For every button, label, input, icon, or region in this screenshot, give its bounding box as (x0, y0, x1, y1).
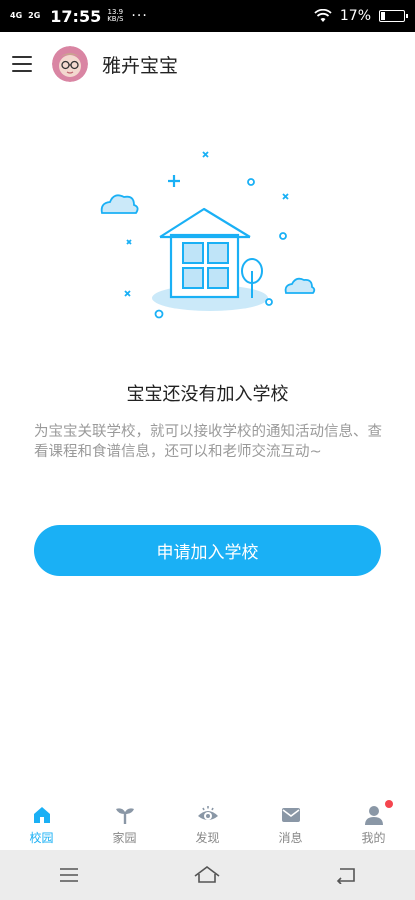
nav-home-button[interactable] (187, 860, 227, 890)
sprout-icon (115, 808, 134, 824)
nav-back-button[interactable] (326, 860, 366, 890)
tab-campus-label: 校园 (29, 831, 54, 845)
network-speed: 13.9 KB/S (107, 9, 123, 23)
eye-icon (197, 806, 218, 820)
empty-state-title: 宝宝还没有加入学校 (126, 384, 289, 405)
status-bar: 4G 2G 17:55 13.9 KB/S ··· 17% (0, 0, 415, 32)
app-header: 雅卉宝宝 (0, 32, 415, 96)
network-4g: 4G (10, 11, 23, 20)
tab-home-garden[interactable]: 家园 (83, 800, 166, 850)
tab-discover[interactable]: 发现 (166, 800, 249, 850)
notification-badge (385, 800, 393, 808)
nav-menu-button[interactable] (49, 860, 89, 890)
tab-campus[interactable]: 校园 (0, 800, 83, 850)
wifi-icon (314, 9, 332, 22)
network-indicator-2: 2G (28, 12, 40, 20)
page-title: 雅卉宝宝 (102, 54, 179, 77)
tab-messages[interactable]: 消息 (249, 800, 332, 850)
tab-mine-label: 我的 (361, 831, 386, 845)
menu-icon[interactable] (12, 56, 32, 72)
apply-join-school-button[interactable]: 申请加入学校 (34, 525, 381, 576)
bottom-tab-bar: 校园 家园 发现 消息 我的 (0, 800, 415, 850)
tab-messages-label: 消息 (278, 831, 303, 845)
tab-home-garden-label: 家园 (112, 831, 137, 845)
network-2g: 2G (28, 11, 41, 20)
nav-home-icon (195, 866, 220, 883)
battery-percent: 17% (339, 8, 371, 24)
more-notifications-icon: ··· (131, 8, 148, 24)
nav-menu-icon (60, 868, 79, 882)
speed-unit: KB/S (107, 15, 124, 23)
system-nav-bar (0, 850, 415, 900)
nav-back-icon (336, 868, 355, 884)
status-time: 17:55 (50, 6, 102, 26)
tab-mine[interactable]: 我的 (332, 800, 415, 850)
battery-icon (379, 10, 408, 22)
person-icon (364, 806, 383, 825)
school-illustration (100, 151, 316, 319)
mail-icon (281, 808, 300, 822)
avatar[interactable] (52, 46, 88, 82)
tab-discover-label: 发现 (195, 831, 220, 845)
empty-state-description: 为宝宝关联学校，就可以接收学校的通知活动信息、查看课程和食谱信息，还可以和老师交… (34, 424, 382, 460)
network-indicator: 4G (10, 12, 22, 20)
school-home-icon (33, 807, 50, 823)
battery-fill (381, 12, 386, 20)
